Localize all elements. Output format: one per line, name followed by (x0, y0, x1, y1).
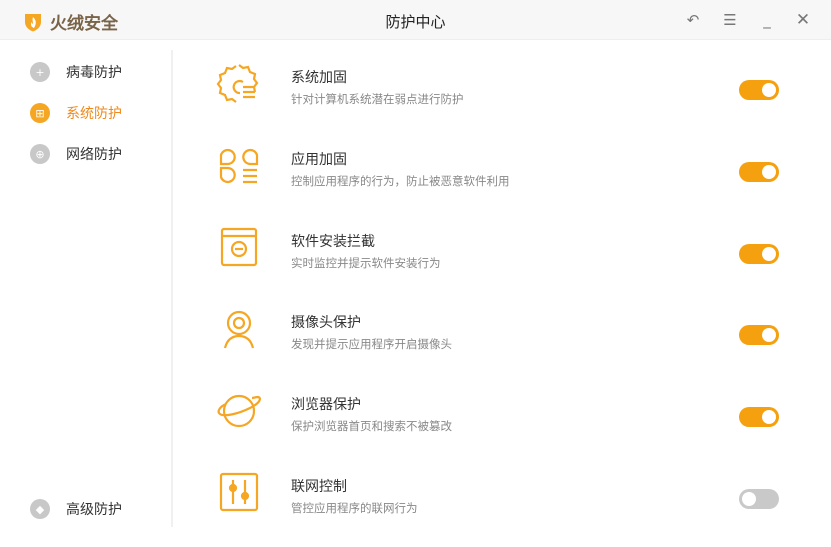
globe-icon: ⊕ (30, 144, 50, 164)
feature-desc: 针对计算机系统潜在弱点进行防护 (291, 92, 464, 106)
feature-toggle[interactable] (739, 489, 779, 509)
title-bar: 火绒安全 防护中心 ↶ ☰ _ ✕ (0, 0, 831, 40)
sidebar-item-label: 系统防护 (66, 106, 122, 122)
feature-row-system-hardening: 系统加固 针对计算机系统潜在弱点进行防护 (216, 64, 786, 127)
menu-icon[interactable]: ☰ (720, 10, 740, 30)
feature-title: 浏览器保护 (291, 397, 361, 413)
feature-desc: 发现并提示应用程序开启摄像头 (291, 337, 452, 351)
feature-toggle[interactable] (739, 162, 779, 182)
feature-toggle[interactable] (739, 407, 779, 427)
sliders-icon (219, 472, 259, 512)
sidebar: + 病毒防护 ⊞ 系统防护 ⊕ 网络防护 ◆ 高级防护 (0, 40, 172, 547)
sidebar-item-virus[interactable]: + 病毒防护 (30, 62, 122, 82)
sidebar-item-system[interactable]: ⊞ 系统防护 (30, 103, 122, 123)
feature-desc: 管控应用程序的联网行为 (291, 501, 418, 515)
planet-icon (217, 394, 261, 428)
feature-title: 应用加固 (291, 152, 347, 168)
feature-desc: 实时监控并提示软件安装行为 (291, 256, 441, 270)
divider (171, 50, 173, 527)
feature-title: 联网控制 (291, 479, 347, 495)
sidebar-item-network[interactable]: ⊕ 网络防护 (30, 144, 122, 164)
sidebar-item-label: 病毒防护 (66, 65, 122, 81)
feature-desc: 保护浏览器首页和搜索不被篡改 (291, 419, 452, 433)
sidebar-item-label: 高级防护 (66, 502, 122, 518)
feature-title: 软件安装拦截 (291, 234, 375, 250)
minimize-icon[interactable]: _ (757, 10, 777, 30)
feature-toggle[interactable] (739, 244, 779, 264)
feature-title: 摄像头保护 (291, 315, 361, 331)
feature-row-browser: 浏览器保护 保护浏览器首页和搜索不被篡改 (216, 394, 786, 454)
feature-toggle[interactable] (739, 325, 779, 345)
feature-row-network-control: 联网控制 管控应用程序的联网行为 (216, 472, 786, 536)
feature-row-install-block: 软件安装拦截 实时监控并提示软件安装行为 (216, 227, 786, 291)
feature-title: 系统加固 (291, 70, 347, 86)
plus-circle-icon: + (30, 62, 50, 82)
windows-icon: ⊞ (30, 103, 50, 123)
sidebar-item-label: 网络防护 (66, 147, 122, 163)
feature-row-camera: 摄像头保护 发现并提示应用程序开启摄像头 (216, 310, 786, 372)
feature-desc: 控制应用程序的行为，防止被恶意软件利用 (291, 174, 510, 188)
feature-toggle[interactable] (739, 80, 779, 100)
apps-icon (219, 148, 259, 184)
gear-shield-icon (216, 64, 259, 103)
window-title: 防护中心 (385, 13, 446, 31)
close-icon[interactable]: ✕ (793, 10, 813, 30)
back-icon[interactable]: ↶ (683, 10, 703, 30)
diamond-icon: ◆ (30, 499, 50, 519)
sidebar-item-advanced[interactable]: ◆ 高级防护 (30, 499, 122, 519)
feature-row-app-hardening: 应用加固 控制应用程序的行为，防止被恶意软件利用 (216, 148, 786, 209)
camera-icon (223, 310, 255, 349)
install-block-icon (220, 227, 258, 267)
